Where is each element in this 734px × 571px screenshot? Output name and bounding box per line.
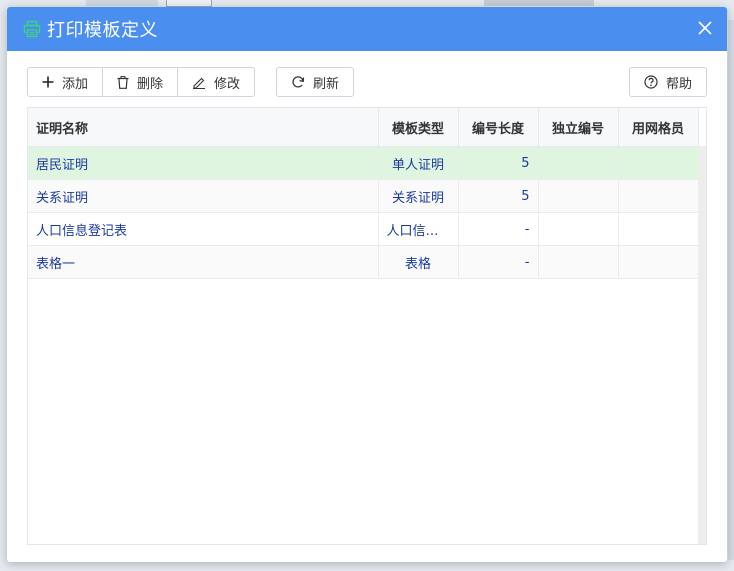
- close-button[interactable]: [695, 18, 715, 38]
- background-tab: [86, 0, 158, 6]
- cell-grid: [618, 245, 699, 279]
- refresh-label: 刷新: [313, 76, 340, 92]
- cell-type: 关系证明: [378, 179, 459, 213]
- cell-length: -: [458, 212, 539, 246]
- toolbar: 添加 删除 修改 刷新 帮助: [27, 67, 707, 99]
- background-heading: [484, 0, 594, 6]
- add-label: 添加: [62, 76, 89, 92]
- cell-type: 单人证明: [378, 146, 459, 180]
- cell-grid: [618, 146, 699, 180]
- table-row[interactable]: 关系证明 关系证明 5: [28, 179, 699, 213]
- table-header-row: 证明名称 模板类型 编号长度 独立编号 用网格员: [28, 108, 699, 147]
- column-header-grid[interactable]: 用网格员: [618, 108, 699, 147]
- cell-name: 关系证明: [28, 179, 379, 213]
- close-icon: [698, 21, 712, 35]
- table-row[interactable]: 表格一 表格 -: [28, 245, 699, 279]
- delete-label: 删除: [137, 76, 164, 92]
- column-header-type[interactable]: 模板类型: [378, 108, 459, 147]
- column-header-length[interactable]: 编号长度: [458, 108, 539, 147]
- edit-button-group: 添加 删除 修改: [27, 67, 256, 97]
- cell-independent: [538, 179, 619, 213]
- dialog-titlebar[interactable]: 打印模板定义: [7, 7, 727, 51]
- cell-type: 表格: [378, 245, 459, 279]
- background-panel: [728, 20, 734, 560]
- pencil-icon: [192, 76, 206, 89]
- background-tab-active: [166, 0, 212, 7]
- cell-independent: [538, 212, 619, 246]
- print-template-dialog: 打印模板定义 添加 删除 修改 刷新 帮助 证明名称 模板类型 编号长度 独立编…: [7, 7, 727, 562]
- cell-independent: [538, 245, 619, 279]
- plus-icon: [42, 76, 54, 88]
- delete-button[interactable]: 删除: [103, 67, 179, 97]
- dialog-title: 打印模板定义: [47, 20, 158, 41]
- printer-icon: [23, 20, 41, 38]
- cell-length: -: [458, 245, 539, 279]
- template-table: 证明名称 模板类型 编号长度 独立编号 用网格员 居民证明 单人证明 5 关系证…: [28, 108, 699, 279]
- cell-length: 5: [458, 179, 539, 213]
- column-header-independent[interactable]: 独立编号: [538, 108, 619, 147]
- trash-icon: [117, 75, 129, 89]
- cell-name: 居民证明: [28, 146, 379, 180]
- edit-label: 修改: [214, 76, 241, 92]
- table-row[interactable]: 居民证明 单人证明 5: [28, 146, 699, 180]
- template-grid: 证明名称 模板类型 编号长度 独立编号 用网格员 居民证明 单人证明 5 关系证…: [27, 107, 707, 545]
- help-button[interactable]: 帮助: [628, 67, 707, 97]
- refresh-icon: [291, 75, 305, 89]
- cell-grid: [618, 212, 699, 246]
- cell-name: 人口信息登记表: [28, 212, 379, 246]
- column-header-name[interactable]: 证明名称: [28, 108, 379, 147]
- cell-name: 表格一: [28, 245, 379, 279]
- vertical-scrollbar[interactable]: [698, 146, 706, 544]
- cell-length: 5: [458, 146, 539, 180]
- cell-grid: [618, 179, 699, 213]
- help-label: 帮助: [665, 76, 692, 92]
- cell-independent: [538, 146, 619, 180]
- refresh-button[interactable]: 刷新: [276, 67, 355, 97]
- cell-type: 人口信息...: [378, 212, 459, 246]
- table-row[interactable]: 人口信息登记表 人口信息... -: [28, 212, 699, 246]
- add-button[interactable]: 添加: [27, 67, 104, 97]
- question-circle-icon: [644, 75, 658, 89]
- edit-button[interactable]: 修改: [178, 67, 256, 97]
